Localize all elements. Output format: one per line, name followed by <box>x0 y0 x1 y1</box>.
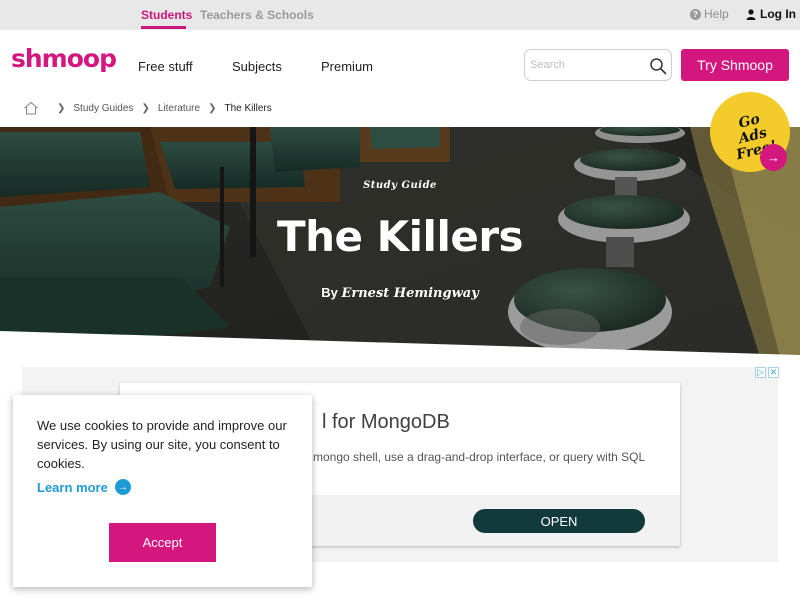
help-label: Help <box>704 7 729 21</box>
audience-students-link[interactable]: Students <box>141 8 192 22</box>
adchoices-icon[interactable]: ▷ <box>755 367 766 378</box>
login-link[interactable]: Log In <box>746 7 796 21</box>
author-name: Ernest Hemingway <box>341 286 479 301</box>
chevron-right-icon: ❯ <box>57 102 66 114</box>
try-shmoop-button[interactable]: Try Shmoop <box>681 49 789 81</box>
site-header: shmoop Free stuff Subjects Premium <box>0 30 800 94</box>
ad-title: l for MongoDB <box>322 411 450 433</box>
help-link[interactable]: ? Help <box>690 7 729 21</box>
learn-more-link[interactable]: Learn more → <box>37 479 131 495</box>
ad-description: mongo shell, use a drag-and-drop interfa… <box>313 450 646 464</box>
top-utility-bar: Students Teachers & Schools ? Help Log I… <box>0 0 800 30</box>
accept-cookies-button[interactable]: Accept <box>109 523 216 562</box>
home-icon[interactable] <box>23 101 39 115</box>
user-icon <box>746 8 756 20</box>
learn-more-label: Learn more <box>37 479 108 495</box>
shmoop-logo[interactable]: shmoop <box>11 44 117 73</box>
chevron-right-icon: ❯ <box>208 102 217 114</box>
hero-overline: Study Guide <box>363 180 437 191</box>
hero-banner: Study Guide The Killers By Ernest Heming… <box>0 127 800 357</box>
chevron-right-icon: ❯ <box>141 102 150 114</box>
nav-free-stuff[interactable]: Free stuff <box>138 59 193 74</box>
question-icon: ? <box>690 8 701 20</box>
breadcrumb-literature[interactable]: Literature <box>158 103 200 114</box>
search-box <box>524 49 672 81</box>
breadcrumb-current: The Killers <box>224 102 272 114</box>
cookie-consent-banner: We use cookies to provide and improve ou… <box>13 395 312 587</box>
ad-open-button[interactable]: OPEN <box>473 509 645 533</box>
breadcrumb: ❯ Study Guides ❯ Literature ❯ The Killer… <box>23 100 272 116</box>
breadcrumb-study-guides[interactable]: Study Guides <box>73 103 133 114</box>
adchoices-controls[interactable]: ▷ ✕ <box>755 367 779 379</box>
cookie-message: We use cookies to provide and improve ou… <box>37 418 287 471</box>
login-label: Log In <box>760 7 796 21</box>
search-icon[interactable] <box>649 57 667 75</box>
byline-prefix: By <box>321 285 338 300</box>
close-ad-icon[interactable]: ✕ <box>768 367 779 378</box>
hero-byline: By Ernest Hemingway <box>0 285 800 301</box>
page-title: The Killers <box>276 212 524 261</box>
arrow-right-icon[interactable]: → <box>760 144 787 171</box>
arrow-right-icon: → <box>114 479 131 495</box>
nav-subjects[interactable]: Subjects <box>232 59 282 74</box>
nav-premium[interactable]: Premium <box>321 59 373 74</box>
audience-teachers-link[interactable]: Teachers & Schools <box>200 8 314 22</box>
search-input[interactable] <box>530 56 642 74</box>
active-audience-indicator <box>141 26 186 29</box>
